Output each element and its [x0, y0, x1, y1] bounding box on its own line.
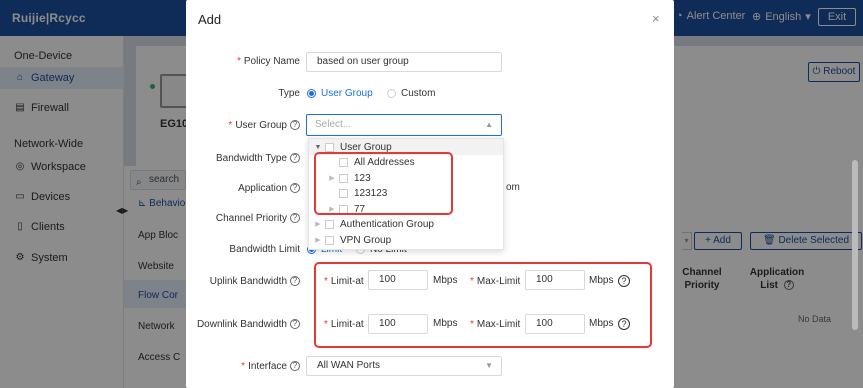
downlink-limit-at-label: * Limit-at [324, 319, 364, 330]
type-radio-user-group[interactable]: User Group [307, 88, 373, 99]
interface-value: All WAN Ports [317, 360, 380, 371]
chevron-up-icon: ▲ [485, 120, 493, 129]
close-icon[interactable]: × [652, 11, 660, 26]
help-icon: ? [290, 319, 300, 330]
help-icon[interactable]: ? [618, 318, 630, 330]
uplink-limit-at-label: * Limit-at [324, 276, 364, 287]
downlink-bandwidth-label: Downlink Bandwidth? [180, 319, 300, 330]
user-group-select[interactable]: Select... ▲ [306, 114, 502, 136]
help-icon: ? [290, 153, 300, 164]
checkbox[interactable] [325, 219, 334, 229]
checkbox[interactable] [325, 142, 334, 152]
policy-name-label: * Policy Name [236, 56, 300, 67]
highlight-box-user-groups [314, 152, 453, 215]
uplink-max-limit-label: * Max-Limit [470, 276, 521, 287]
dropdown-item-authentication-group[interactable]: ▶ Authentication Group [309, 216, 503, 232]
uplink-limit-at-field[interactable]: 100 [368, 270, 428, 290]
unit-label: Mbps [433, 275, 458, 286]
bandwidth-type-label: Bandwidth Type? [180, 153, 300, 164]
interface-select[interactable]: All WAN Ports ▼ [306, 356, 502, 376]
help-icon: ? [290, 120, 300, 131]
help-icon[interactable]: ? [618, 275, 630, 287]
unit-label: Mbps [589, 318, 614, 329]
checkbox[interactable] [325, 235, 334, 245]
dropdown-item-vpn-group[interactable]: ▶ VPN Group [309, 232, 503, 248]
help-icon: ? [290, 276, 300, 287]
caret-down-icon[interactable]: ▼ [313, 144, 323, 151]
unit-label: Mbps [433, 318, 458, 329]
downlink-limit-at-field[interactable]: 100 [368, 314, 428, 334]
caret-right-icon[interactable]: ▶ [313, 236, 323, 244]
user-group-label: * User Group? [180, 120, 300, 131]
chevron-down-icon: ▼ [485, 361, 493, 370]
type-label: Type [278, 88, 300, 99]
channel-priority-label: Channel Priority? [180, 213, 300, 224]
page-scrollbar[interactable] [852, 160, 858, 330]
unit-label: Mbps [589, 275, 614, 286]
application-option-fragment: om [506, 182, 520, 193]
caret-right-icon[interactable]: ▶ [313, 220, 323, 228]
policy-name-field[interactable]: based on user group [306, 52, 502, 72]
uplink-max-limit-field[interactable]: 100 [525, 270, 585, 290]
type-radio-custom[interactable]: Custom [387, 88, 435, 99]
help-icon: ? [290, 213, 300, 224]
modal-title: Add [198, 12, 222, 27]
application-label: Application? [180, 183, 300, 194]
downlink-max-limit-field[interactable]: 100 [525, 314, 585, 334]
uplink-bandwidth-label: Uplink Bandwidth? [180, 276, 300, 287]
help-icon: ? [290, 183, 300, 194]
interface-label: * Interface? [180, 361, 300, 372]
bandwidth-limit-label: Bandwidth Limit [229, 244, 300, 255]
downlink-max-limit-label: * Max-Limit [470, 319, 521, 330]
help-icon: ? [290, 361, 300, 372]
user-group-placeholder: Select... [315, 119, 352, 130]
